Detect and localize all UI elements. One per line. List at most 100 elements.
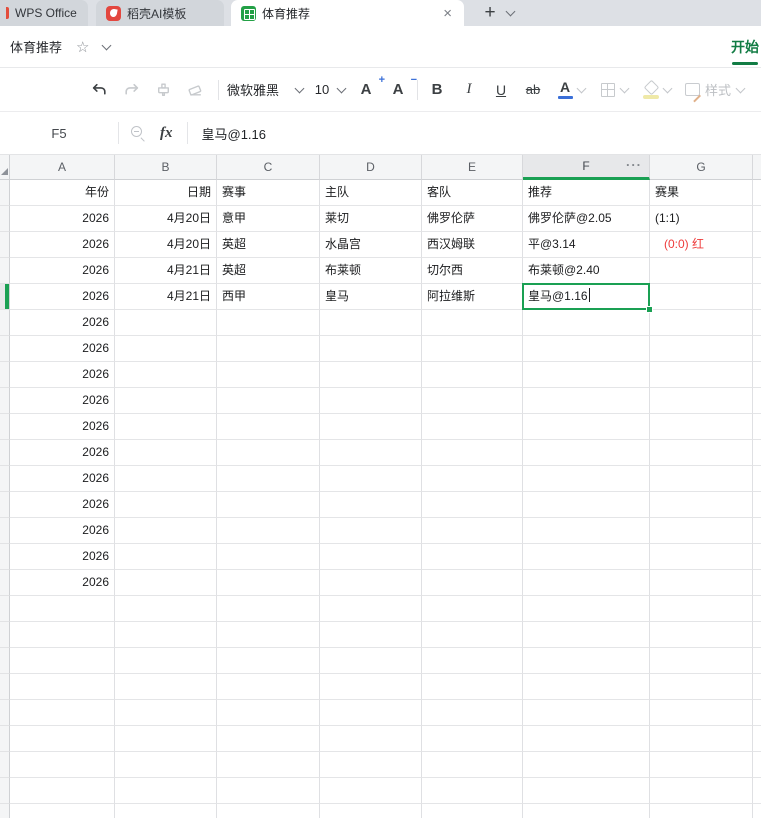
- cell-G25[interactable]: [650, 804, 753, 818]
- cell-F25[interactable]: [523, 804, 650, 818]
- cell-A11[interactable]: 2026: [10, 440, 115, 466]
- row-header-13[interactable]: [0, 492, 10, 518]
- cell-G1[interactable]: 赛果: [650, 180, 753, 206]
- cell-B17[interactable]: [115, 596, 217, 622]
- undo-button[interactable]: [88, 76, 110, 104]
- cell-E1[interactable]: 客队: [422, 180, 523, 206]
- cell-C11[interactable]: [217, 440, 320, 466]
- underline-button[interactable]: U: [490, 76, 512, 104]
- row-header-2[interactable]: [0, 206, 10, 232]
- row-header-17[interactable]: [0, 596, 10, 622]
- insert-function-fx-icon[interactable]: fx: [160, 125, 173, 142]
- cell-B14[interactable]: [115, 518, 217, 544]
- tab-docer-ai-templates[interactable]: 稻壳AI模板: [96, 0, 224, 26]
- strikethrough-button[interactable]: ab: [522, 76, 544, 104]
- row-header-6[interactable]: [0, 310, 10, 336]
- cell-A22[interactable]: [10, 726, 115, 752]
- formula-input[interactable]: 皇马@1.16: [202, 124, 267, 143]
- bold-button[interactable]: B: [426, 76, 448, 104]
- cell-F10[interactable]: [523, 414, 650, 440]
- cell-D2[interactable]: 莱切: [320, 206, 422, 232]
- column-header-B[interactable]: B: [115, 155, 217, 180]
- cell-E16[interactable]: [422, 570, 523, 596]
- cell-D6[interactable]: [320, 310, 422, 336]
- cell-A13[interactable]: 2026: [10, 492, 115, 518]
- cell-C9[interactable]: [217, 388, 320, 414]
- cell-G8[interactable]: [650, 362, 753, 388]
- cell-E19[interactable]: [422, 648, 523, 674]
- row-header-22[interactable]: [0, 726, 10, 752]
- cell-E4[interactable]: 切尔西: [422, 258, 523, 284]
- row-header-14[interactable]: [0, 518, 10, 544]
- column-menu-icon[interactable]: ···: [626, 157, 642, 172]
- fill-color-chevron-icon[interactable]: [662, 83, 673, 93]
- row-header-9[interactable]: [0, 388, 10, 414]
- cell-C5[interactable]: 西甲: [217, 284, 320, 310]
- cell-A17[interactable]: [10, 596, 115, 622]
- zoom-out-icon[interactable]: [131, 126, 145, 142]
- cell-C10[interactable]: [217, 414, 320, 440]
- column-header-C[interactable]: C: [217, 155, 320, 180]
- column-header-E[interactable]: E: [422, 155, 523, 180]
- row-header-19[interactable]: [0, 648, 10, 674]
- cell-E13[interactable]: [422, 492, 523, 518]
- cell-G7[interactable]: [650, 336, 753, 362]
- cell-B5[interactable]: 4月21日: [115, 284, 217, 310]
- cell-G9[interactable]: [650, 388, 753, 414]
- cell-F13[interactable]: [523, 492, 650, 518]
- cell-E7[interactable]: [422, 336, 523, 362]
- cell-C12[interactable]: [217, 466, 320, 492]
- cell-D23[interactable]: [320, 752, 422, 778]
- cell-D16[interactable]: [320, 570, 422, 596]
- cell-A19[interactable]: [10, 648, 115, 674]
- cell-E2[interactable]: 佛罗伦萨: [422, 206, 523, 232]
- cell-A2[interactable]: 2026: [10, 206, 115, 232]
- cell-G10[interactable]: [650, 414, 753, 440]
- cell-style-button[interactable]: 样式: [685, 76, 731, 104]
- cell-F7[interactable]: [523, 336, 650, 362]
- cell-E18[interactable]: [422, 622, 523, 648]
- cell-E24[interactable]: [422, 778, 523, 804]
- cell-E3[interactable]: 西汉姆联: [422, 232, 523, 258]
- cell-A24[interactable]: [10, 778, 115, 804]
- cell-A10[interactable]: 2026: [10, 414, 115, 440]
- cell-F8[interactable]: [523, 362, 650, 388]
- row-header-24[interactable]: [0, 778, 10, 804]
- cell-D21[interactable]: [320, 700, 422, 726]
- font-name-select[interactable]: 微软雅黑: [227, 76, 305, 104]
- cell-G19[interactable]: [650, 648, 753, 674]
- cell-E6[interactable]: [422, 310, 523, 336]
- cell-F2[interactable]: 佛罗伦萨@2.05: [523, 206, 650, 232]
- column-header-A[interactable]: A: [10, 155, 115, 180]
- column-header-D[interactable]: D: [320, 155, 422, 180]
- ribbon-tab-home[interactable]: 开始: [731, 26, 759, 67]
- tab-list-chevron-icon[interactable]: [505, 6, 516, 17]
- font-size-select[interactable]: 10: [313, 76, 347, 104]
- cell-F23[interactable]: [523, 752, 650, 778]
- select-all-corner[interactable]: [0, 155, 10, 180]
- cell-B2[interactable]: 4月20日: [115, 206, 217, 232]
- cell-A12[interactable]: 2026: [10, 466, 115, 492]
- cell-B4[interactable]: 4月21日: [115, 258, 217, 284]
- cell-G12[interactable]: [650, 466, 753, 492]
- cell-G24[interactable]: [650, 778, 753, 804]
- eraser-button[interactable]: [184, 76, 206, 104]
- cell-B1[interactable]: 日期: [115, 180, 217, 206]
- tab-wps-office[interactable]: WPS Office: [0, 0, 88, 26]
- cell-A25[interactable]: [10, 804, 115, 818]
- cell-D14[interactable]: [320, 518, 422, 544]
- cell-C21[interactable]: [217, 700, 320, 726]
- font-color-chevron-icon[interactable]: [576, 83, 587, 93]
- title-chevron-icon[interactable]: [102, 40, 112, 50]
- cell-F3[interactable]: 平@3.14: [523, 232, 650, 258]
- cell-F11[interactable]: [523, 440, 650, 466]
- cell-F9[interactable]: [523, 388, 650, 414]
- borders-button[interactable]: [597, 76, 619, 104]
- cell-A3[interactable]: 2026: [10, 232, 115, 258]
- cell-A16[interactable]: 2026: [10, 570, 115, 596]
- cell-C20[interactable]: [217, 674, 320, 700]
- cell-C22[interactable]: [217, 726, 320, 752]
- cell-A21[interactable]: [10, 700, 115, 726]
- cell-C16[interactable]: [217, 570, 320, 596]
- cell-B24[interactable]: [115, 778, 217, 804]
